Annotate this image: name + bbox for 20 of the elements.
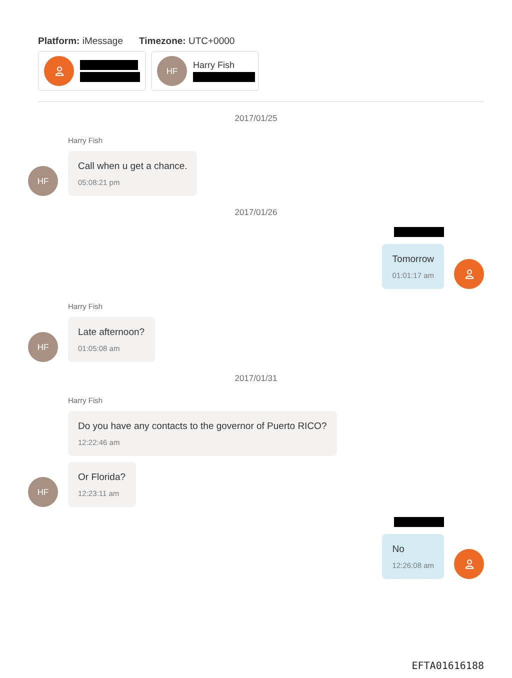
message-text: Late afternoon?: [78, 327, 145, 338]
avatar: HF: [28, 477, 58, 507]
message-text: Tomorrow: [392, 254, 434, 265]
avatar: HF: [28, 166, 58, 196]
message-text: Or Florida?: [78, 472, 126, 483]
timezone-info: Timezone: UTC+0000: [139, 36, 235, 47]
message-text: Do you have any contacts to the governor of Puerto RICO?: [78, 421, 327, 432]
avatar: HF: [157, 56, 187, 86]
date-separator: 2017/01/25: [234, 113, 278, 123]
document-id: EFTA01616188: [412, 661, 484, 672]
avatar: HF: [28, 332, 58, 362]
person-icon: [464, 269, 474, 279]
person-icon: [464, 559, 474, 569]
platform-info: Platform: iMessage: [38, 36, 124, 47]
person-icon: [54, 66, 64, 76]
message-text: Call when u get a chance.: [78, 161, 188, 172]
date-separator: 2017/01/31: [234, 373, 278, 383]
participant-name: Harry Fish: [193, 60, 236, 70]
date-separator: 2017/01/26: [234, 207, 278, 217]
message-text: No: [392, 544, 406, 555]
